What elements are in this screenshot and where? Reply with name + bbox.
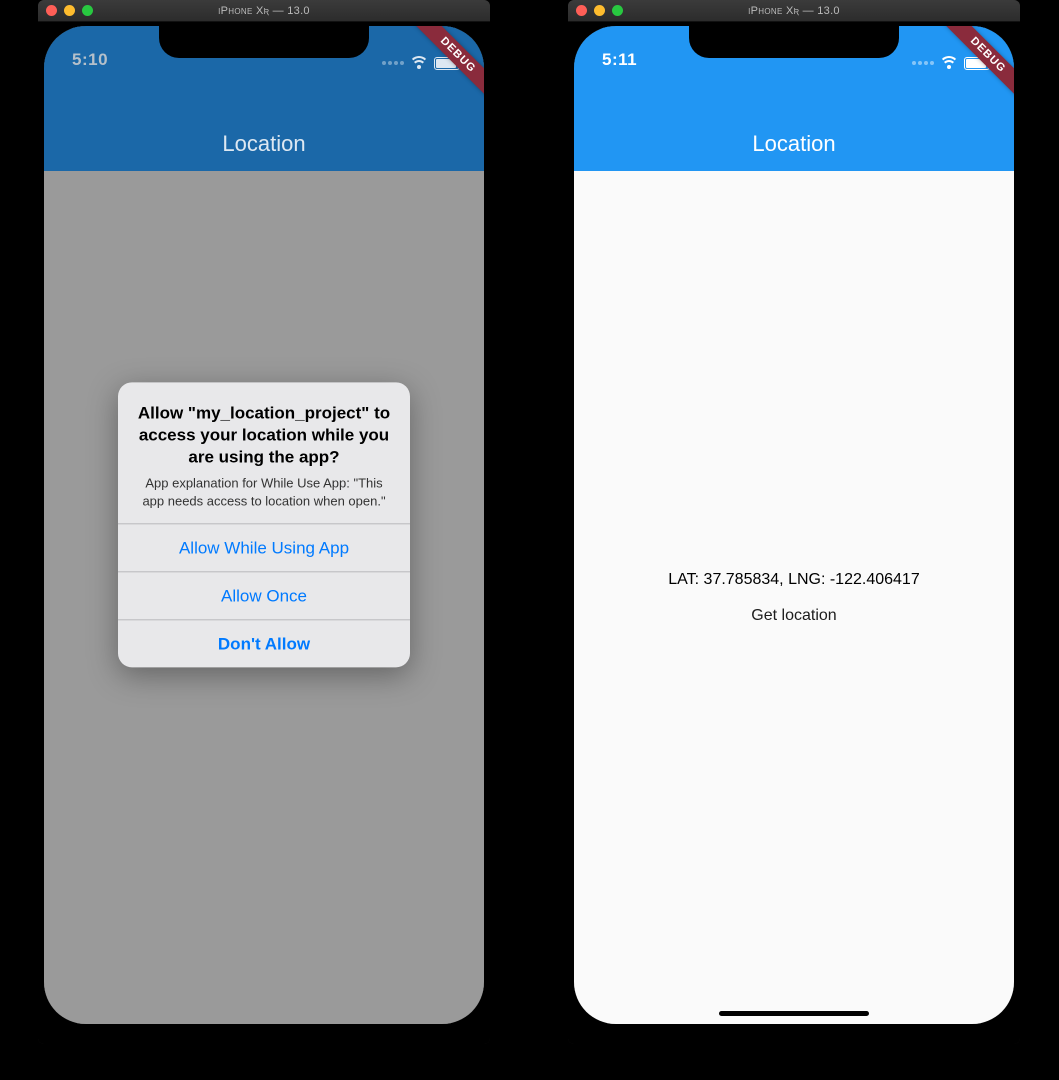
status-time: 5:11 [602,50,637,70]
window-title: iPhone Xʀ — 13.0 [568,5,1020,17]
location-permission-alert: Allow "my_location_project" to access yo… [118,382,410,667]
app-bar-title: Location [752,131,835,171]
cellular-icon [912,61,934,65]
status-time: 5:10 [72,50,108,70]
device-notch [159,26,369,58]
app-bar-title: Location [222,131,305,171]
wifi-icon [410,56,428,70]
dont-allow-button[interactable]: Don't Allow [118,620,410,668]
window-title: iPhone Xʀ — 13.0 [38,5,490,17]
simulator-window-right: iPhone Xʀ — 13.0 DEBUG 5:11 [568,0,1020,1044]
allow-once-button[interactable]: Allow Once [118,572,410,620]
allow-while-using-button[interactable]: Allow While Using App [118,524,410,572]
window-titlebar: iPhone Xʀ — 13.0 [568,0,1020,22]
cellular-icon [382,61,404,65]
device-notch [689,26,899,58]
screen-content: LAT: 37.785834, LNG: -122.406417 Get loc… [574,171,1014,1024]
alert-title: Allow "my_location_project" to access yo… [136,402,392,468]
wifi-icon [940,56,958,70]
window-titlebar: iPhone Xʀ — 13.0 [38,0,490,22]
phone-screen-right: DEBUG 5:11 Location [574,26,1014,1024]
coordinates-text: LAT: 37.785834, LNG: -122.406417 [668,571,919,589]
get-location-button[interactable]: Get location [751,607,836,625]
alert-message: App explanation for While Use App: "This… [136,475,392,510]
phone-screen-left: DEBUG 5:10 Location [44,26,484,1024]
simulator-window-left: iPhone Xʀ — 13.0 DEBUG 5:10 [38,0,490,1044]
home-indicator[interactable] [719,1011,869,1016]
